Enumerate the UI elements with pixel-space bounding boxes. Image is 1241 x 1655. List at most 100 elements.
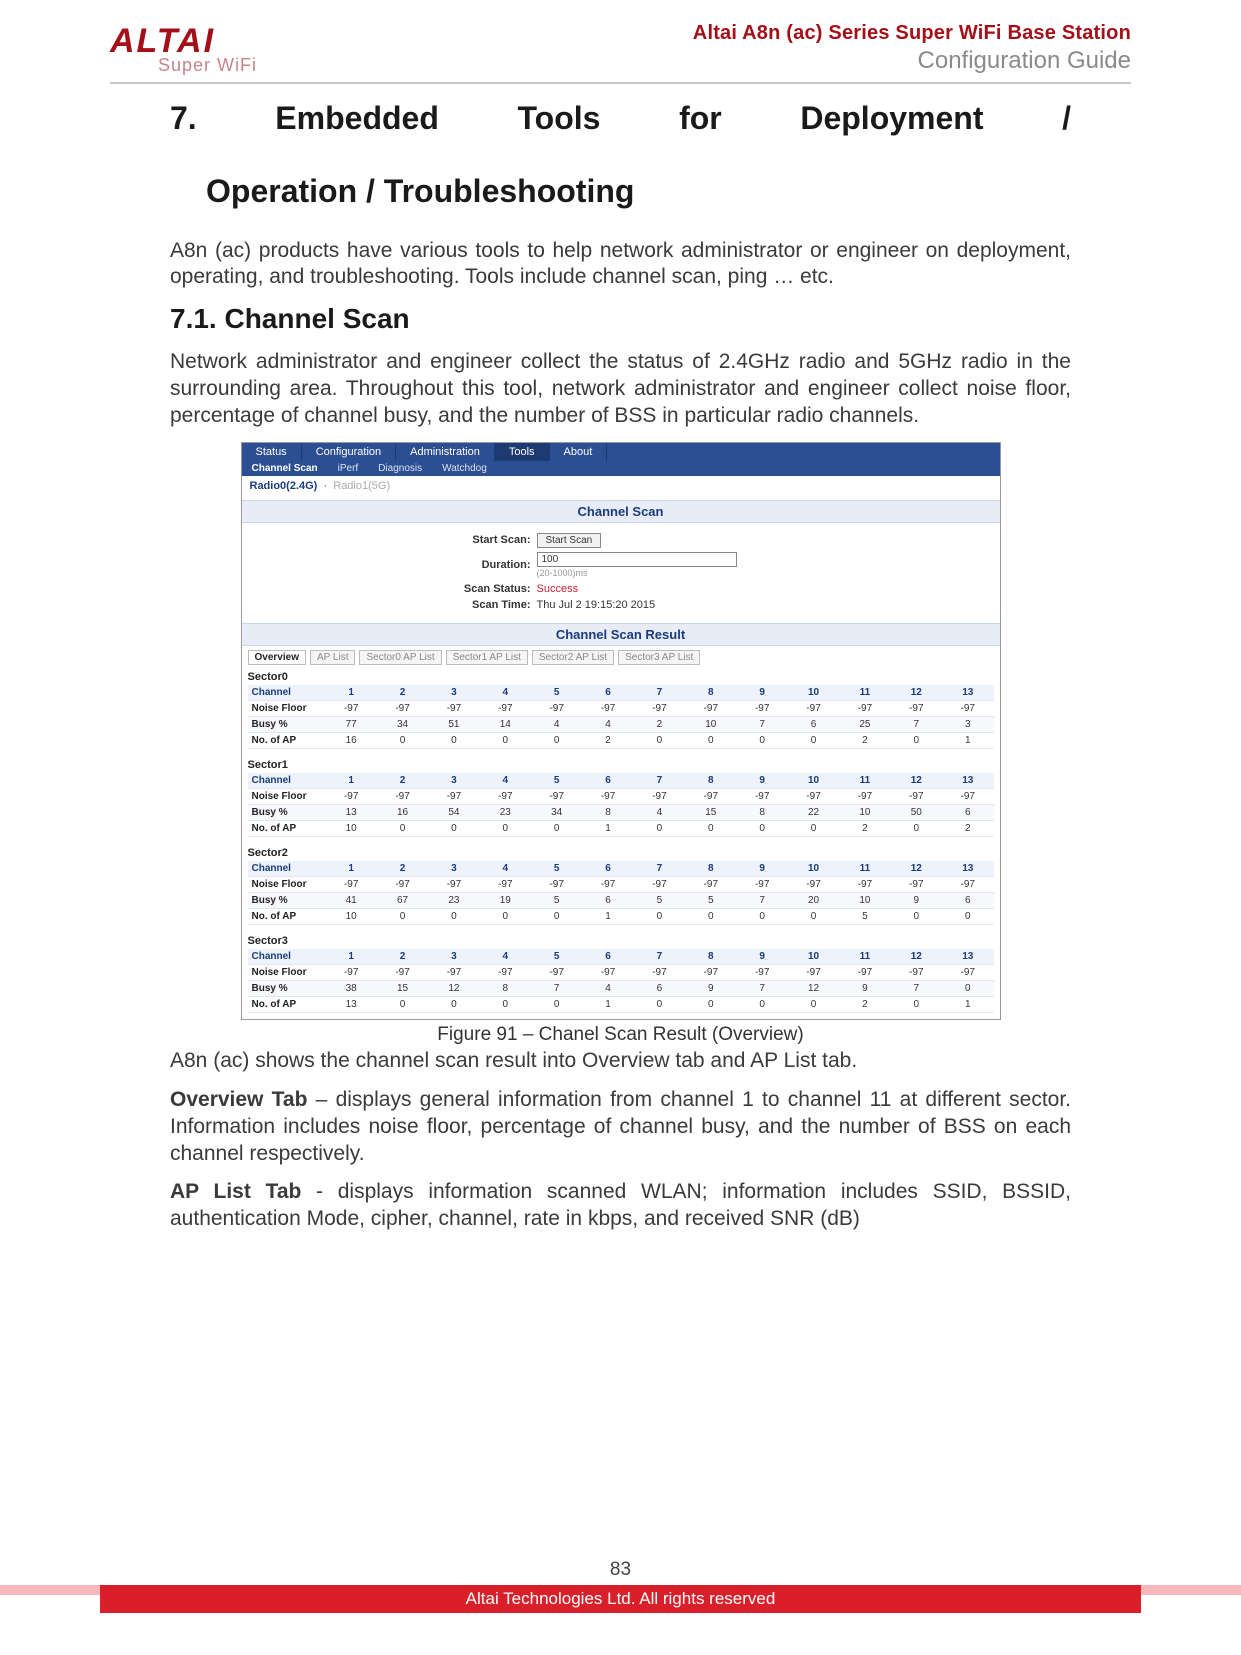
cell: 0 [377, 908, 428, 924]
cell: -97 [377, 700, 428, 716]
cell: 0 [377, 820, 428, 836]
cell: 0 [942, 908, 994, 924]
cell: -97 [377, 876, 428, 892]
cell: 0 [891, 820, 942, 836]
cell: 7 [531, 980, 582, 996]
sector-table: Channel12345678910111213Noise Floor-97-9… [248, 685, 994, 749]
cell: 5 [685, 892, 736, 908]
cell: 1 [942, 996, 994, 1012]
cell: -97 [685, 964, 736, 980]
nav-status[interactable]: Status [242, 443, 302, 461]
duration-input[interactable]: 100 [537, 552, 737, 567]
nav-configuration[interactable]: Configuration [302, 443, 396, 461]
cell: 0 [788, 908, 839, 924]
cell: 15 [377, 980, 428, 996]
sector-title: Sector2 [242, 843, 1000, 861]
channel-header: 5 [531, 685, 582, 701]
start-scan-button[interactable]: Start Scan [537, 533, 602, 548]
duration-hint: (20-1000)ms [537, 568, 588, 578]
cell: 2 [634, 716, 685, 732]
tab-sector2-ap[interactable]: Sector2 AP List [532, 650, 614, 665]
channel-header: 4 [480, 861, 531, 877]
tab-sector0-ap[interactable]: Sector0 AP List [359, 650, 441, 665]
overview-tab-label: Overview Tab [170, 1088, 307, 1111]
sector-table: Channel12345678910111213Noise Floor-97-9… [248, 773, 994, 837]
tab-radio1[interactable]: Radio1(5G) [333, 480, 390, 492]
cell: 0 [942, 980, 994, 996]
cell: 4 [531, 716, 582, 732]
cell: -97 [891, 700, 942, 716]
nav-administration[interactable]: Administration [396, 443, 495, 461]
cell: 34 [531, 804, 582, 820]
tab-ap-list[interactable]: AP List [310, 650, 356, 665]
tab-radio0[interactable]: Radio0(2.4G) [250, 480, 318, 492]
subnav-diagnosis[interactable]: Diagnosis [368, 461, 432, 476]
logo: ALTAI Super WiFi [110, 22, 257, 76]
cell: -97 [531, 876, 582, 892]
section-heading-line2: Operation / Troubleshooting [170, 173, 1071, 210]
cell: 4 [582, 980, 633, 996]
cell: 22 [788, 804, 839, 820]
header-divider [110, 82, 1131, 84]
cell: 23 [428, 892, 479, 908]
cell: 1 [582, 996, 633, 1012]
col-channel: Channel [248, 773, 326, 789]
cell: 23 [480, 804, 531, 820]
cell: 0 [428, 996, 479, 1012]
cell: 6 [942, 804, 994, 820]
cell: 19 [480, 892, 531, 908]
cell: 10 [326, 908, 377, 924]
label-scan-status: Scan Status: [242, 583, 537, 595]
overview-tab-desc: Overview Tab – displays general informat… [170, 1087, 1071, 1168]
channel-header: 11 [839, 861, 890, 877]
sector-title: Sector0 [242, 667, 1000, 685]
cell: 9 [891, 892, 942, 908]
cell: 0 [737, 820, 788, 836]
cell: -97 [428, 788, 479, 804]
cell: -97 [788, 700, 839, 716]
cell: 0 [737, 908, 788, 924]
nav-about[interactable]: About [550, 443, 608, 461]
cell: 8 [582, 804, 633, 820]
nav-tools[interactable]: Tools [495, 443, 550, 461]
tab-sector1-ap[interactable]: Sector1 AP List [446, 650, 528, 665]
label-scan-time: Scan Time: [242, 599, 537, 611]
cell: 1 [942, 732, 994, 748]
cell: 6 [634, 980, 685, 996]
row-label: Noise Floor [248, 876, 326, 892]
tab-sector3-ap[interactable]: Sector3 AP List [618, 650, 700, 665]
row-label: Busy % [248, 716, 326, 732]
label-start-scan: Start Scan: [242, 534, 537, 546]
cell: -97 [531, 700, 582, 716]
cell: 34 [377, 716, 428, 732]
cell: 0 [788, 820, 839, 836]
channel-header: 1 [326, 773, 377, 789]
cell: 9 [685, 980, 736, 996]
cell: 0 [891, 908, 942, 924]
cell: 54 [428, 804, 479, 820]
channel-header: 1 [326, 685, 377, 701]
cell: -97 [942, 964, 994, 980]
tab-overview[interactable]: Overview [248, 650, 306, 665]
cell: -97 [737, 788, 788, 804]
channel-header: 2 [377, 861, 428, 877]
cell: 2 [582, 732, 633, 748]
ap-list-tab-text: - displays information scanned WLAN; inf… [170, 1180, 1071, 1230]
channel-header: 6 [582, 861, 633, 877]
cell: -97 [839, 964, 890, 980]
subnav-iperf[interactable]: iPerf [328, 461, 369, 476]
col-channel: Channel [248, 861, 326, 877]
subnav-channel-scan[interactable]: Channel Scan [242, 461, 328, 476]
channel-header: 13 [942, 861, 994, 877]
subnav-watchdog[interactable]: Watchdog [432, 461, 497, 476]
after-figure-text: A8n (ac) shows the channel scan result i… [170, 1048, 1071, 1075]
cell: -97 [428, 964, 479, 980]
cell: -97 [634, 788, 685, 804]
cell: 0 [634, 820, 685, 836]
channel-header: 8 [685, 773, 736, 789]
cell: 2 [942, 820, 994, 836]
cell: 0 [788, 996, 839, 1012]
channel-header: 12 [891, 949, 942, 965]
cell: 0 [891, 732, 942, 748]
cell: 0 [685, 996, 736, 1012]
